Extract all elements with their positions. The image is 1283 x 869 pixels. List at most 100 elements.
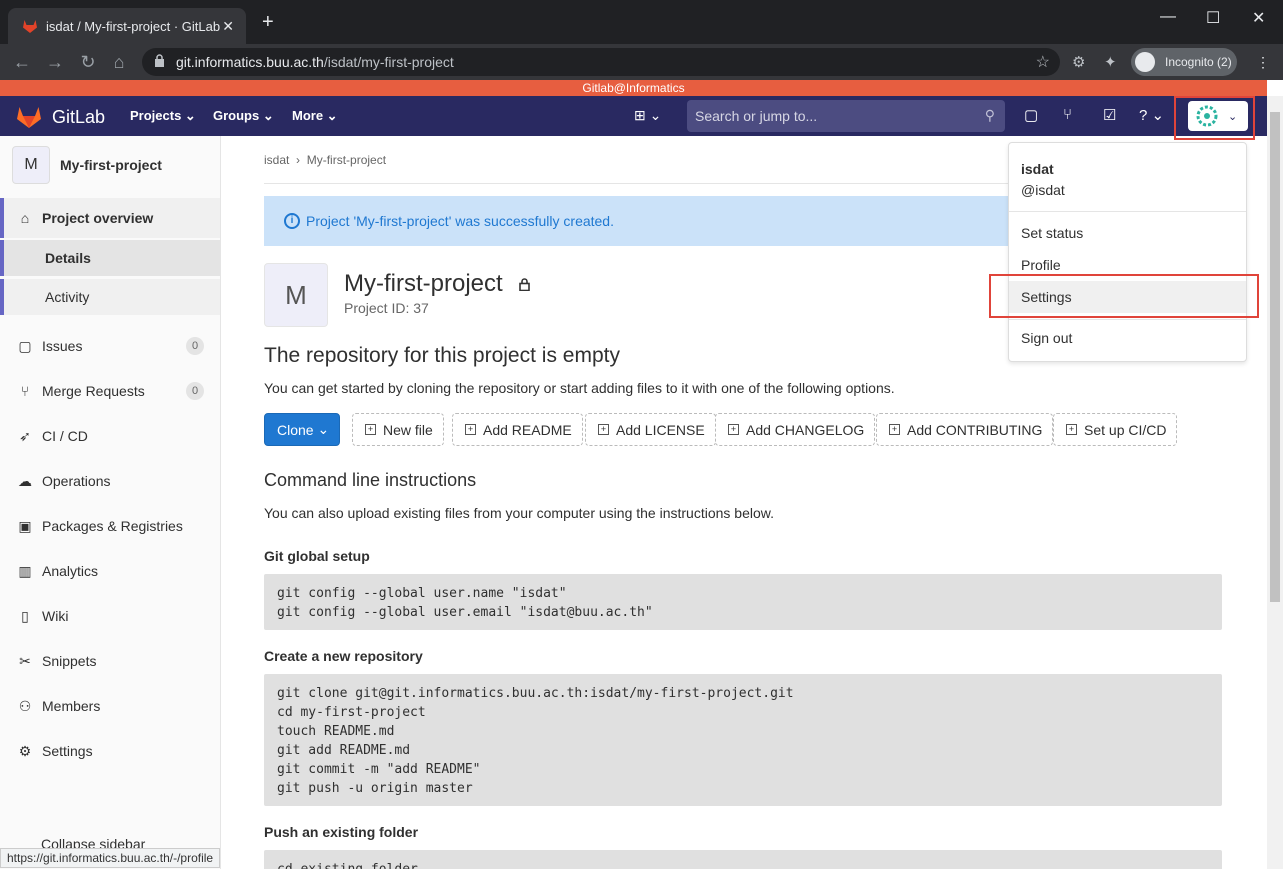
settings-extension-icon[interactable]: ⚙ bbox=[1072, 53, 1085, 71]
sidebar-item-ci-cd[interactable]: ➶ CI / CD bbox=[0, 416, 220, 456]
forward-icon[interactable]: → bbox=[45, 52, 65, 73]
new-file-button[interactable]: + New file bbox=[352, 413, 444, 446]
sidebar-item-wiki[interactable]: ▯ Wiki bbox=[0, 596, 220, 636]
back-icon[interactable]: ← bbox=[12, 52, 32, 73]
sidebar-item-activity[interactable]: Activity bbox=[0, 279, 220, 315]
sidebar-item-label: Operations bbox=[42, 473, 111, 489]
scissors-icon: ✂ bbox=[19, 652, 31, 669]
merge-requests-count-badge: 0 bbox=[186, 382, 204, 400]
project-avatar: M bbox=[12, 146, 50, 184]
projects-menu[interactable]: Projects ⌄ bbox=[130, 108, 196, 124]
package-icon: ▣ bbox=[18, 517, 32, 534]
page-title: My-first-project bbox=[344, 270, 531, 298]
sidebar-item-label: Merge Requests bbox=[42, 383, 145, 399]
minimize-icon[interactable]: — bbox=[1160, 8, 1176, 26]
add-license-button[interactable]: + Add LICENSE bbox=[585, 413, 716, 446]
sidebar-item-operations[interactable]: ☁ Operations bbox=[0, 461, 220, 501]
gitlab-tanuki-icon bbox=[17, 107, 41, 128]
scrollbar-thumb[interactable] bbox=[1270, 112, 1280, 602]
sidebar-item-label: Packages & Registries bbox=[42, 518, 183, 534]
plus-square-icon: + bbox=[728, 424, 739, 435]
user-dropdown-menu: isdat @isdat Set status Profile Settings… bbox=[1008, 142, 1247, 362]
sidebar-item-label: Settings bbox=[42, 743, 93, 759]
help-icon[interactable]: ? ⌄ bbox=[1139, 106, 1164, 124]
empty-repo-text: You can get started by cloning the repos… bbox=[264, 380, 895, 396]
browser-tab[interactable]: isdat / My-first-project · GitLab ✕ bbox=[8, 8, 246, 44]
sidebar-item-project-overview[interactable]: ⌂ Project overview bbox=[0, 198, 220, 238]
dropdown-user-handle[interactable]: @isdat bbox=[1021, 182, 1065, 198]
reload-icon[interactable]: ↻ bbox=[78, 52, 98, 73]
new-tab-icon[interactable]: + bbox=[262, 12, 274, 32]
sign-out-item[interactable]: Sign out bbox=[1009, 322, 1246, 354]
groups-menu[interactable]: Groups ⌄ bbox=[213, 108, 274, 124]
browser-menu-icon[interactable]: ⋮ bbox=[1256, 54, 1270, 71]
system-banner: Gitlab@Informatics bbox=[0, 80, 1267, 96]
breadcrumb-namespace[interactable]: isdat bbox=[264, 153, 289, 167]
merge-requests-nav-icon[interactable]: ⑂ bbox=[1063, 106, 1072, 123]
sidebar-item-analytics[interactable]: ▥ Analytics bbox=[0, 551, 220, 591]
extensions-puzzle-icon[interactable]: ✦ bbox=[1104, 53, 1117, 71]
home-icon[interactable]: ⌂ bbox=[109, 52, 129, 73]
window-close-icon[interactable]: ✕ bbox=[1252, 8, 1265, 28]
breadcrumb-project[interactable]: My-first-project bbox=[307, 153, 386, 167]
project-sidebar: M My-first-project ⌂ Project overview De… bbox=[0, 136, 221, 869]
sidebar-item-details[interactable]: Details bbox=[0, 240, 220, 276]
existing-folder-heading: Push an existing folder bbox=[264, 824, 419, 840]
url-host: git.informatics.buu.ac.th bbox=[176, 54, 324, 70]
tab-close-icon[interactable]: ✕ bbox=[222, 18, 234, 35]
sidebar-item-merge-requests[interactable]: ⑂ Merge Requests 0 bbox=[0, 371, 220, 411]
global-setup-heading: Git global setup bbox=[264, 548, 370, 564]
project-id: Project ID: 37 bbox=[344, 300, 429, 316]
breadcrumb-separator-icon: › bbox=[292, 153, 304, 167]
add-changelog-button[interactable]: + Add CHANGELOG bbox=[715, 413, 876, 446]
setup-cicd-button[interactable]: + Set up CI/CD bbox=[1053, 413, 1178, 446]
sidebar-item-members[interactable]: ⚇ Members bbox=[0, 686, 220, 726]
sidebar-item-label: Issues bbox=[42, 338, 83, 354]
sidebar-project-name: My-first-project bbox=[60, 157, 162, 173]
settings-highlight-box bbox=[989, 274, 1259, 318]
cli-heading: Command line instructions bbox=[264, 470, 477, 490]
sidebar-item-snippets[interactable]: ✂ Snippets bbox=[0, 641, 220, 681]
incognito-label: Incognito (2) bbox=[1165, 55, 1232, 69]
gitlab-logo[interactable]: GitLab bbox=[16, 105, 105, 129]
sidebar-item-packages[interactable]: ▣ Packages & Registries bbox=[0, 506, 220, 546]
set-status-item[interactable]: Set status bbox=[1009, 217, 1246, 249]
todos-nav-icon[interactable]: ☑ bbox=[1103, 106, 1116, 124]
search-input[interactable]: Search or jump to... ⚲ bbox=[687, 100, 1005, 132]
clone-label: Clone bbox=[277, 421, 314, 438]
add-readme-label: Add README bbox=[483, 421, 572, 438]
sidebar-item-label: Project overview bbox=[42, 210, 154, 226]
incognito-icon bbox=[1135, 52, 1155, 72]
address-bar[interactable]: git.informatics.buu.ac.th/isdat/my-first… bbox=[142, 48, 1060, 76]
more-menu[interactable]: More ⌄ bbox=[292, 108, 338, 124]
clone-button[interactable]: Clone ⌄ bbox=[264, 413, 341, 446]
sidebar-item-label: Wiki bbox=[42, 608, 69, 624]
issues-icon: ▢ bbox=[18, 337, 32, 354]
link-status-url: https://git.informatics.buu.ac.th/-/prof… bbox=[0, 848, 221, 868]
maximize-icon[interactable]: ☐ bbox=[1206, 8, 1220, 28]
plus-square-icon: + bbox=[465, 424, 476, 435]
sidebar-item-label: Analytics bbox=[42, 563, 99, 579]
existing-folder-code: cd existing_folder bbox=[264, 850, 1222, 869]
sidebar-item-label: CI / CD bbox=[42, 428, 88, 444]
merge-request-icon: ⑂ bbox=[20, 383, 30, 399]
bookmark-star-icon[interactable]: ☆ bbox=[1036, 52, 1050, 72]
sidebar-item-settings[interactable]: ⚙ Settings bbox=[0, 731, 220, 771]
gear-icon: ⚙ bbox=[18, 742, 32, 759]
cli-text: You can also upload existing files from … bbox=[264, 505, 774, 521]
sidebar-project-header[interactable]: M My-first-project bbox=[12, 146, 162, 184]
flash-message: Project 'My-first-project' was successfu… bbox=[306, 213, 614, 229]
new-dropdown-plus-icon[interactable]: ⊞ ⌄ bbox=[634, 107, 661, 124]
search-icon: ⚲ bbox=[984, 107, 995, 123]
plus-square-icon: + bbox=[598, 424, 609, 435]
add-contributing-button[interactable]: + Add CONTRIBUTING bbox=[876, 413, 1054, 446]
sidebar-item-issues[interactable]: ▢ Issues 0 bbox=[0, 326, 220, 366]
issues-nav-icon[interactable]: ▢ bbox=[1024, 106, 1038, 124]
add-readme-button[interactable]: + Add README bbox=[452, 413, 583, 446]
browser-toolbar: ← → ↻ ⌂ git.informatics.buu.ac.th/isdat/… bbox=[0, 44, 1283, 80]
empty-repo-heading: The repository for this project is empty bbox=[264, 344, 620, 367]
cloud-icon: ☁ bbox=[18, 472, 32, 489]
dropdown-user-name[interactable]: isdat bbox=[1021, 161, 1054, 177]
incognito-indicator[interactable]: Incognito (2) bbox=[1131, 48, 1237, 76]
sidebar-item-label: Snippets bbox=[42, 653, 97, 669]
